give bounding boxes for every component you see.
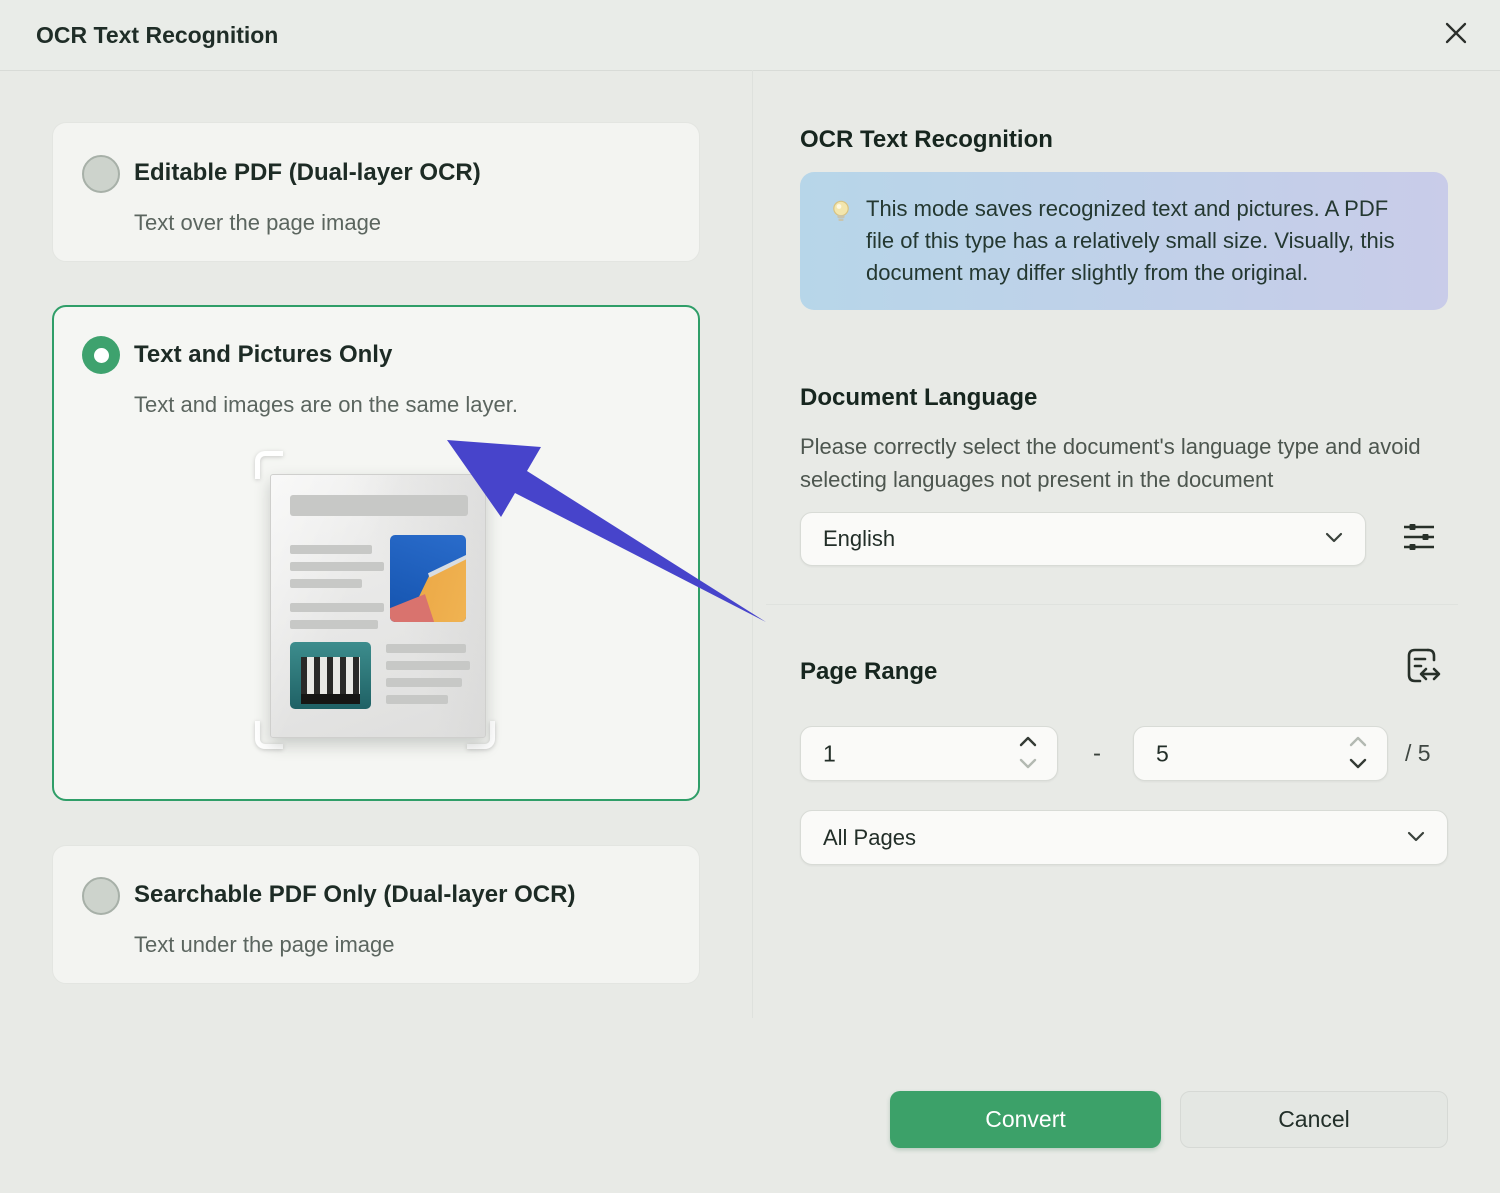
convert-button-label: Convert [985, 1106, 1066, 1133]
page-range-icon [1398, 642, 1444, 697]
dialog-titlebar: OCR Text Recognition [0, 0, 1500, 71]
page-to-decrement-button[interactable] [1349, 756, 1367, 774]
dialog-title: OCR Text Recognition [36, 0, 278, 70]
sliders-icon [1401, 519, 1437, 560]
page-from-value: 1 [823, 740, 836, 767]
illustration-photo-facade [290, 642, 371, 709]
page-scope-value: All Pages [823, 825, 916, 851]
mode-card-text-and-pictures[interactable]: Text and Pictures Only Text and images a… [52, 305, 700, 801]
mode-card-editable-pdf[interactable]: Editable PDF (Dual-layer OCR) Text over … [52, 122, 700, 262]
close-button[interactable] [1432, 12, 1480, 58]
close-icon [1441, 18, 1471, 53]
info-box: This mode saves recognized text and pict… [800, 172, 1448, 310]
mode-subtitle: Text over the page image [134, 210, 381, 236]
chevron-down-icon [1325, 530, 1343, 548]
radio-text-and-pictures[interactable] [82, 336, 120, 374]
document-language-description: Please correctly select the document's l… [800, 430, 1440, 496]
illustration-photo-buildings [390, 535, 466, 622]
page-range-separator: - [1082, 726, 1112, 781]
mode-card-searchable-pdf[interactable]: Searchable PDF Only (Dual-layer OCR) Tex… [52, 845, 700, 984]
language-select[interactable]: English [800, 512, 1366, 566]
language-select-value: English [823, 526, 895, 552]
page-to-increment-button[interactable] [1349, 734, 1367, 752]
page-from-increment-button[interactable] [1019, 734, 1037, 752]
mode-subtitle: Text under the page image [134, 932, 395, 958]
chevron-down-icon [1407, 829, 1425, 847]
panel-divider [752, 70, 753, 1018]
cancel-button-label: Cancel [1278, 1106, 1350, 1133]
mode-title: Searchable PDF Only (Dual-layer OCR) [134, 881, 575, 909]
panel-heading: OCR Text Recognition [800, 126, 1053, 154]
page-scope-select[interactable]: All Pages [800, 810, 1448, 865]
radio-searchable-pdf[interactable] [82, 877, 120, 915]
lightbulb-icon [828, 198, 854, 231]
page-to-value: 5 [1156, 740, 1169, 767]
mode-subtitle: Text and images are on the same layer. [134, 392, 518, 418]
radio-editable-pdf[interactable] [82, 155, 120, 193]
convert-button[interactable]: Convert [890, 1091, 1161, 1148]
page-range-mode-button[interactable] [1398, 644, 1444, 694]
document-language-heading: Document Language [800, 384, 1037, 412]
page-from-input[interactable]: 1 [800, 726, 1058, 781]
mode-title: Editable PDF (Dual-layer OCR) [134, 159, 481, 187]
illustration-title-block [290, 495, 468, 516]
language-settings-button[interactable] [1398, 518, 1440, 560]
page-range-heading: Page Range [800, 658, 937, 686]
page-total-label: / 5 [1405, 726, 1431, 781]
page-to-input[interactable]: 5 [1133, 726, 1388, 781]
info-text: This mode saves recognized text and pict… [866, 193, 1422, 289]
cancel-button[interactable]: Cancel [1180, 1091, 1448, 1148]
document-illustration [270, 474, 486, 738]
ocr-dialog: OCR Text Recognition Editable PDF (Dual-… [0, 0, 1500, 1193]
page-from-decrement-button[interactable] [1019, 756, 1037, 774]
section-divider [766, 604, 1458, 605]
mode-title: Text and Pictures Only [134, 341, 392, 369]
